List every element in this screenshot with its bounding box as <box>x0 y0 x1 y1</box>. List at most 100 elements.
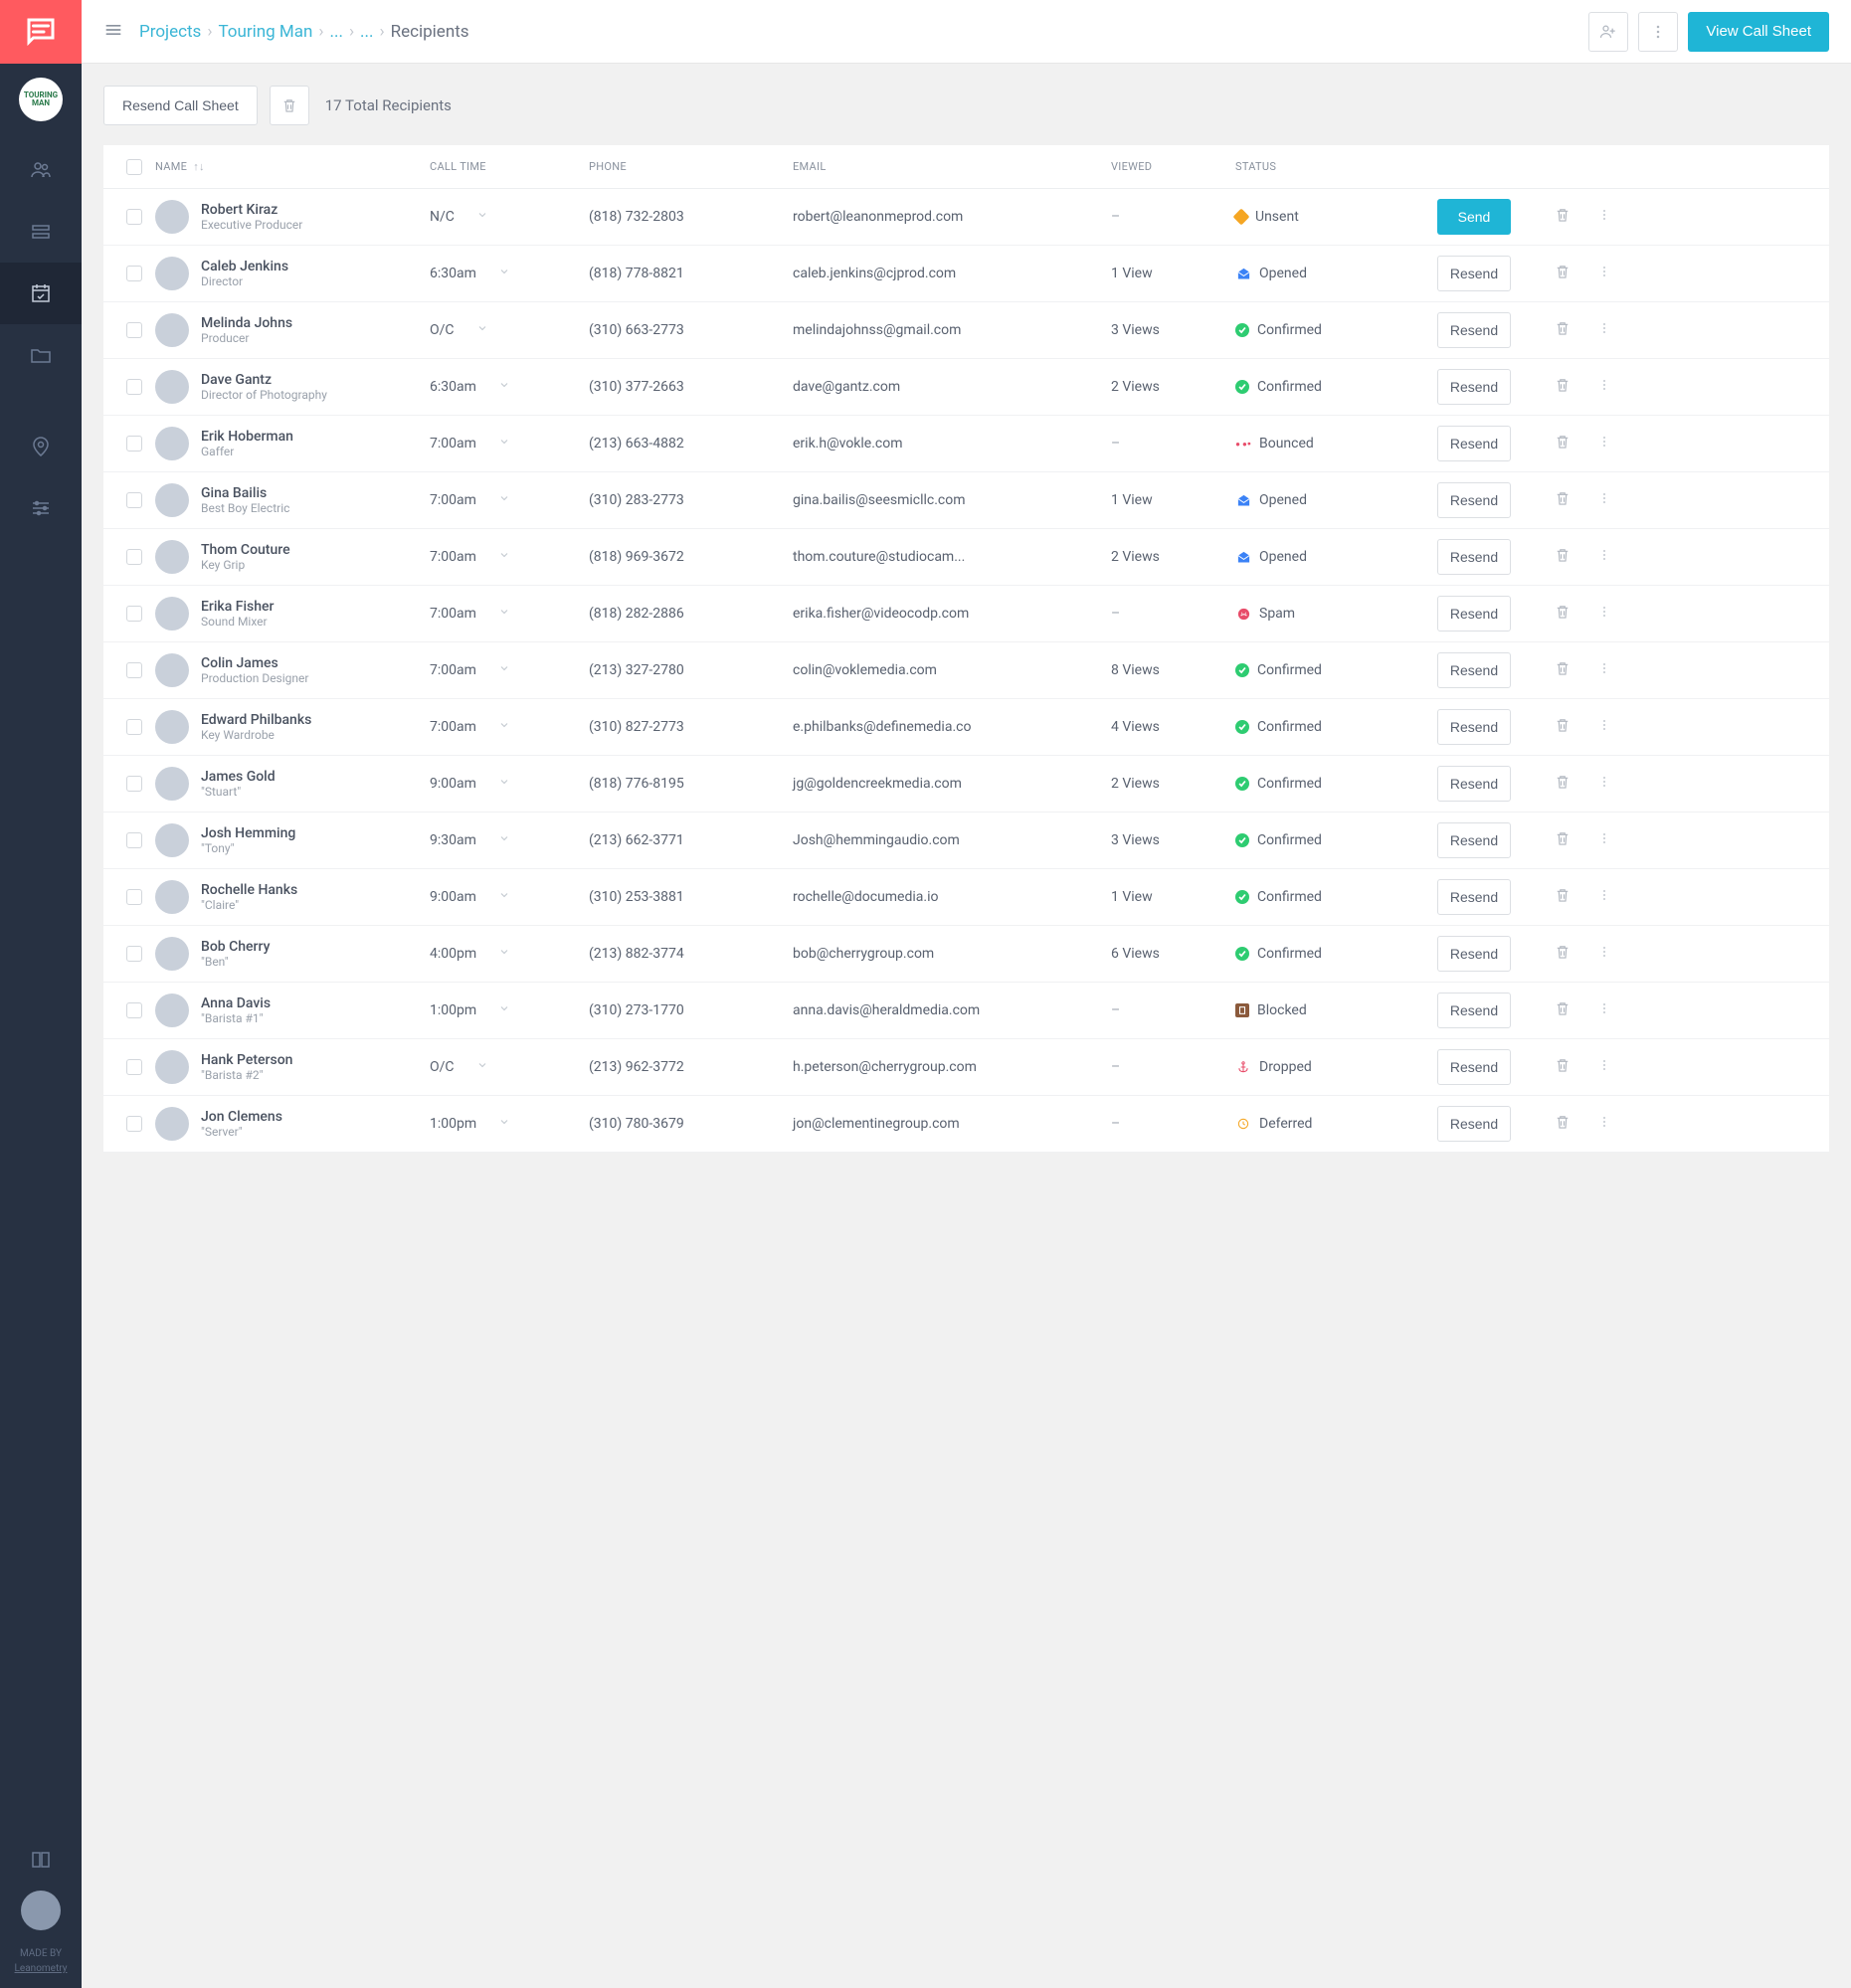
recipient-name[interactable]: Jon Clemens <box>201 1109 282 1125</box>
recipient-name[interactable]: Melinda Johns <box>201 315 292 331</box>
trash-icon[interactable] <box>1554 263 1572 284</box>
more-icon[interactable] <box>1596 490 1612 510</box>
trash-icon[interactable] <box>1554 376 1572 398</box>
trash-icon[interactable] <box>1554 943 1572 965</box>
resend-button[interactable]: Resend <box>1437 596 1511 632</box>
resend-button[interactable]: Resend <box>1437 256 1511 291</box>
view-call-sheet-button[interactable]: View Call Sheet <box>1688 12 1829 52</box>
resend-button[interactable]: Resend <box>1437 936 1511 972</box>
more-icon[interactable] <box>1596 1057 1612 1077</box>
row-checkbox[interactable] <box>126 1059 142 1075</box>
app-logo[interactable] <box>0 0 82 64</box>
more-icon[interactable] <box>1596 320 1612 340</box>
more-icon[interactable] <box>1596 887 1612 907</box>
resend-button[interactable]: Resend <box>1437 822 1511 858</box>
resend-button[interactable]: Resend <box>1437 993 1511 1028</box>
trash-icon[interactable] <box>1554 716 1572 738</box>
recipient-name[interactable]: James Gold <box>201 769 276 785</box>
more-icon[interactable] <box>1596 774 1612 794</box>
row-checkbox[interactable] <box>126 889 142 905</box>
chevron-down-icon[interactable] <box>476 209 488 225</box>
delete-selected-button[interactable] <box>270 86 309 125</box>
project-avatar[interactable]: TOURING MAN <box>19 78 63 121</box>
trash-icon[interactable] <box>1554 886 1572 908</box>
row-checkbox[interactable] <box>126 492 142 508</box>
resend-button[interactable]: Resend <box>1437 766 1511 802</box>
chevron-down-icon[interactable] <box>498 492 510 508</box>
chevron-down-icon[interactable] <box>498 549 510 565</box>
row-checkbox[interactable] <box>126 209 142 225</box>
resend-button[interactable]: Resend <box>1437 539 1511 575</box>
chevron-down-icon[interactable] <box>498 266 510 281</box>
more-icon[interactable] <box>1596 717 1612 737</box>
recipient-name[interactable]: Dave Gantz <box>201 372 327 388</box>
col-name[interactable]: NAME <box>155 160 187 173</box>
col-phone[interactable]: PHONE <box>589 160 627 173</box>
nav-calendar[interactable] <box>0 263 82 324</box>
chevron-down-icon[interactable] <box>498 946 510 962</box>
resend-button[interactable]: Resend <box>1437 879 1511 915</box>
resend-button[interactable]: Resend <box>1437 1106 1511 1142</box>
recipient-name[interactable]: Erik Hoberman <box>201 429 293 445</box>
nav-folder[interactable] <box>0 324 82 386</box>
nav-book[interactable] <box>0 1829 82 1891</box>
chevron-down-icon[interactable] <box>498 1002 510 1018</box>
row-checkbox[interactable] <box>126 946 142 962</box>
chevron-down-icon[interactable] <box>498 436 510 452</box>
recipient-name[interactable]: Bob Cherry <box>201 939 270 955</box>
recipient-name[interactable]: Anna Davis <box>201 995 271 1011</box>
recipient-name[interactable]: Robert Kiraz <box>201 202 302 218</box>
row-checkbox[interactable] <box>126 436 142 452</box>
row-checkbox[interactable] <box>126 1002 142 1018</box>
row-checkbox[interactable] <box>126 266 142 281</box>
trash-icon[interactable] <box>1554 1113 1572 1135</box>
col-email[interactable]: EMAIL <box>793 160 827 173</box>
recipient-name[interactable]: Gina Bailis <box>201 485 289 501</box>
send-button[interactable]: Send <box>1437 199 1511 235</box>
add-recipient-button[interactable] <box>1588 12 1628 52</box>
trash-icon[interactable] <box>1554 999 1572 1021</box>
chevron-down-icon[interactable] <box>498 379 510 395</box>
hamburger-icon[interactable] <box>103 20 123 44</box>
resend-button[interactable]: Resend <box>1437 709 1511 745</box>
resend-call-sheet-button[interactable]: Resend Call Sheet <box>103 86 258 125</box>
nav-people[interactable] <box>0 139 82 201</box>
trash-icon[interactable] <box>1554 489 1572 511</box>
recipient-name[interactable]: Hank Peterson <box>201 1052 292 1068</box>
row-checkbox[interactable] <box>126 606 142 622</box>
col-status[interactable]: STATUS <box>1235 160 1276 173</box>
more-icon[interactable] <box>1596 434 1612 453</box>
trash-icon[interactable] <box>1554 206 1572 228</box>
more-icon[interactable] <box>1596 207 1612 227</box>
crumb-ellipsis[interactable]: ... <box>329 22 342 42</box>
more-menu-button[interactable] <box>1638 12 1678 52</box>
chevron-down-icon[interactable] <box>498 776 510 792</box>
crumb-projects[interactable]: Projects <box>139 22 201 42</box>
row-checkbox[interactable] <box>126 662 142 678</box>
select-all-checkbox[interactable] <box>126 159 142 175</box>
trash-icon[interactable] <box>1554 546 1572 568</box>
chevron-down-icon[interactable] <box>498 832 510 848</box>
row-checkbox[interactable] <box>126 832 142 848</box>
col-viewed[interactable]: VIEWED <box>1111 160 1152 173</box>
nav-settings[interactable] <box>0 477 82 539</box>
more-icon[interactable] <box>1596 547 1612 567</box>
chevron-down-icon[interactable] <box>498 1116 510 1132</box>
more-icon[interactable] <box>1596 377 1612 397</box>
trash-icon[interactable] <box>1554 773 1572 795</box>
recipient-name[interactable]: Caleb Jenkins <box>201 259 288 274</box>
sort-icon[interactable]: ↑↓ <box>193 160 205 173</box>
resend-button[interactable]: Resend <box>1437 312 1511 348</box>
made-by-link[interactable]: Leanometry <box>15 1961 68 1976</box>
nav-location[interactable] <box>0 416 82 477</box>
recipient-name[interactable]: Colin James <box>201 655 308 671</box>
row-checkbox[interactable] <box>126 1116 142 1132</box>
chevron-down-icon[interactable] <box>498 889 510 905</box>
crumb-ellipsis[interactable]: ... <box>360 22 373 42</box>
row-checkbox[interactable] <box>126 379 142 395</box>
crumb-project[interactable]: Touring Man <box>218 22 312 42</box>
resend-button[interactable]: Resend <box>1437 1049 1511 1085</box>
user-avatar[interactable] <box>21 1891 61 1930</box>
trash-icon[interactable] <box>1554 1056 1572 1078</box>
resend-button[interactable]: Resend <box>1437 652 1511 688</box>
